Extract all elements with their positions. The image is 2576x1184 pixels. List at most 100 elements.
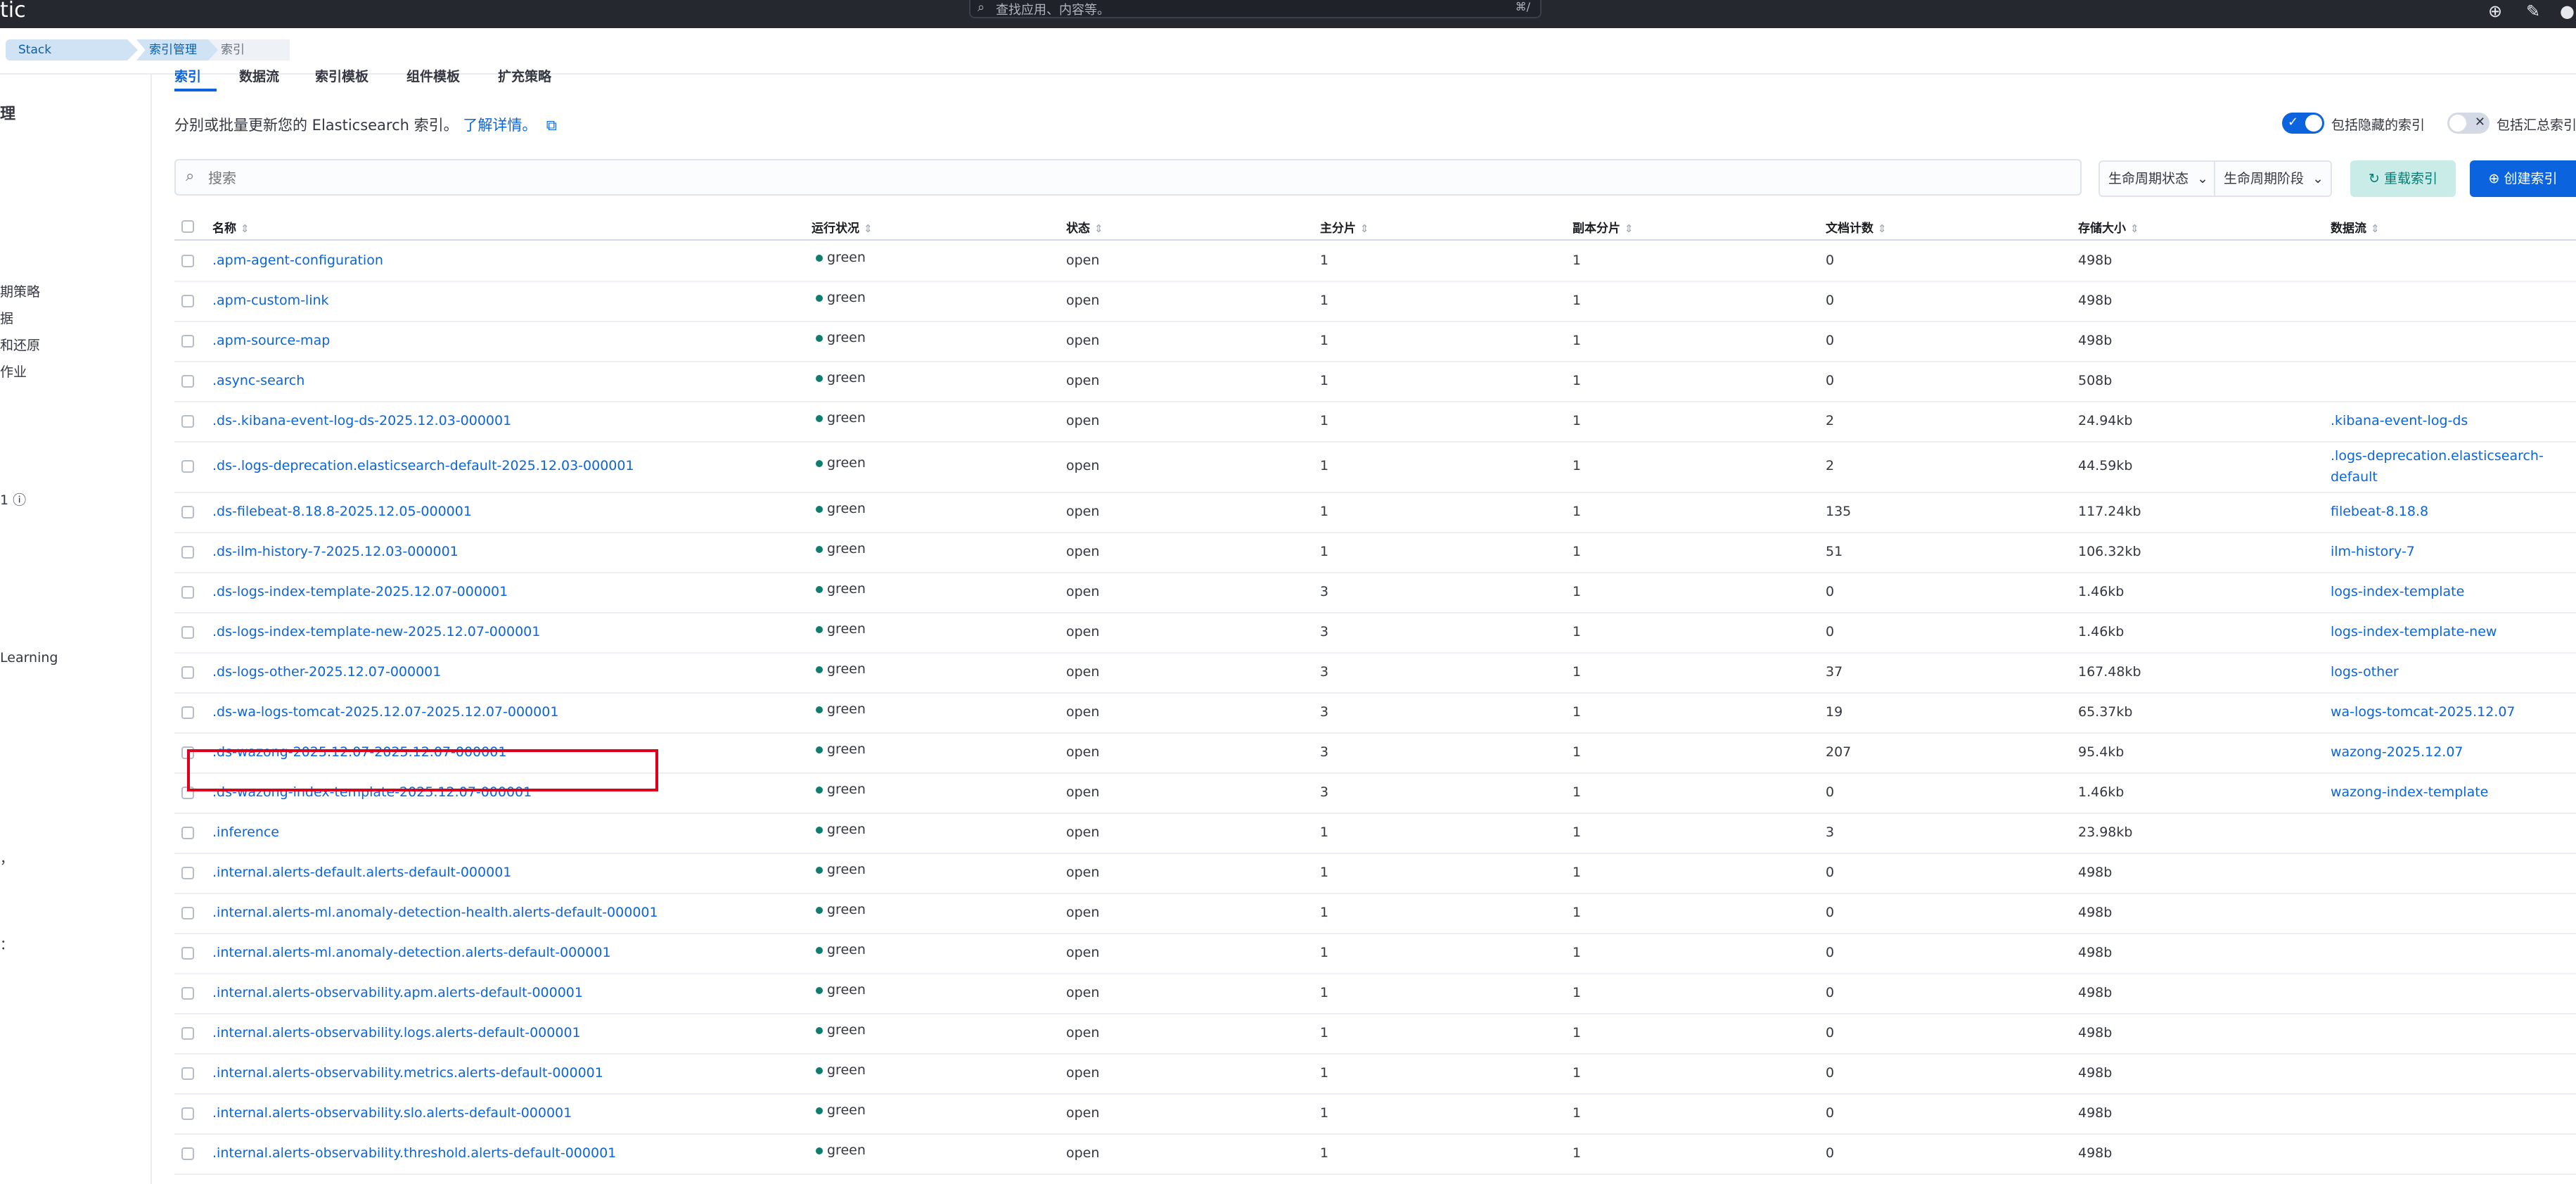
data-stream-link[interactable]: .logs-deprecation.elasticsearch- — [2331, 448, 2544, 464]
index-name-link[interactable]: .ds-logs-index-template-2025.12.07-00000… — [212, 584, 508, 599]
table-row[interactable]: .apm-source-map green open 1 1 0 498b — [174, 321, 2576, 362]
table-row[interactable]: .ds-logs-index-template-new-2025.12.07-0… — [174, 612, 2576, 654]
index-name-link[interactable]: .ds-wa-logs-tomcat-2025.12.07-2025.12.07… — [212, 704, 558, 720]
data-stream-link[interactable]: wazong-2025.12.07 — [2331, 744, 2463, 760]
row-select-checkbox[interactable] — [181, 626, 194, 639]
lifecycle-phase-filter[interactable]: 生命周期阶段 ⌄ — [2215, 160, 2332, 197]
table-row[interactable]: .internal.alerts-observability.logs.aler… — [174, 1013, 2576, 1055]
breadcrumb-stack-management[interactable]: Stack Management — [6, 39, 138, 61]
sidebar-item-jobs[interactable]: 作业 — [0, 362, 27, 381]
table-row[interactable]: .internal.alerts-observability.apm.alert… — [174, 973, 2576, 1014]
row-select-checkbox[interactable] — [181, 987, 194, 1000]
table-row[interactable]: .ds-logs-other-2025.12.07-000001 green ope… — [174, 652, 2576, 694]
index-name-link[interactable]: .internal.alerts-observability.threshold… — [212, 1145, 616, 1161]
table-row[interactable]: .apm-agent-configuration green open 1 1 0 498b — [174, 241, 2576, 282]
tab-indices[interactable]: 索引 — [174, 66, 201, 85]
index-name-link[interactable]: .ds-logs-other-2025.12.07-000001 — [212, 664, 441, 680]
index-name-link[interactable]: .internal.alerts-observability.apm.alert… — [212, 985, 583, 1000]
table-row[interactable]: .ds-logs-index-template-2025.12.07-00000… — [174, 572, 2576, 613]
index-name-link[interactable]: .ds-filebeat-8.18.8-2025.12.05-000001 — [212, 504, 472, 519]
global-search[interactable]: ⌕ 查找应用、内容等。 ⌘/ — [969, 0, 1542, 18]
row-select-checkbox[interactable] — [181, 460, 194, 473]
table-row[interactable]: .apm-custom-link green open 1 1 0 498b — [174, 281, 2576, 322]
tab-enrich-policies[interactable]: 扩充策略 — [498, 66, 551, 85]
include-rollup-toggle[interactable]: ✕ — [2447, 113, 2490, 134]
sidebar-item-truncated[interactable]: ， — [0, 848, 13, 867]
newsfeed-icon[interactable]: ✎ — [2526, 1, 2540, 21]
row-select-checkbox[interactable] — [181, 506, 194, 518]
row-select-checkbox[interactable] — [181, 1027, 194, 1040]
index-name-link[interactable]: .apm-source-map — [212, 333, 330, 348]
table-row[interactable]: .ds-.kibana-event-log-ds-2025.12.03-0000… — [174, 401, 2576, 443]
index-name-link[interactable]: .apm-custom-link — [212, 293, 329, 308]
row-select-checkbox[interactable] — [181, 1067, 194, 1080]
row-select-checkbox[interactable] — [181, 867, 194, 879]
lifecycle-status-filter[interactable]: 生命周期状态 ⌄ — [2098, 160, 2215, 197]
column-header-data-stream[interactable]: 数据流 ⇕ — [2331, 218, 2380, 236]
table-row[interactable]: .internal.alerts-observability.threshold… — [174, 1133, 2576, 1175]
table-row[interactable]: .internal.alerts-ml.anomaly-detection-he… — [174, 893, 2576, 934]
row-select-checkbox[interactable] — [181, 907, 194, 919]
index-search[interactable]: ⌕ — [174, 159, 2082, 196]
tab-data-streams[interactable]: 数据流 — [239, 66, 279, 85]
index-name-link[interactable]: .internal.alerts-observability.metrics.a… — [212, 1065, 603, 1081]
index-name-link[interactable]: .apm-agent-configuration — [212, 253, 383, 268]
column-header-status[interactable]: 状态 ⇕ — [1066, 218, 1103, 236]
row-select-checkbox[interactable] — [181, 295, 194, 307]
external-link-icon[interactable]: ⧉ — [542, 117, 557, 134]
index-name-link[interactable]: .internal.alerts-ml.anomaly-detection.al… — [212, 945, 611, 960]
select-all-checkbox[interactable] — [181, 220, 194, 233]
row-select-checkbox[interactable] — [181, 375, 194, 388]
table-row[interactable]: .ds-.logs-deprecation.elasticsearch-defa… — [174, 441, 2576, 493]
row-select-checkbox[interactable] — [181, 827, 194, 839]
index-name-link[interactable]: .ds-logs-index-template-new-2025.12.07-0… — [212, 624, 540, 639]
sidebar-item-info[interactable]: 1 ⓘ — [0, 490, 26, 509]
data-stream-link[interactable]: wa-logs-tomcat-2025.12.07 — [2331, 704, 2516, 720]
index-name-link[interactable]: .ds-ilm-history-7-2025.12.03-000001 — [212, 544, 459, 559]
create-index-button[interactable]: ⊕ 创建索引 — [2470, 160, 2576, 197]
user-avatar[interactable]: ● — [2560, 1, 2575, 21]
include-hidden-toggle[interactable]: ✓ — [2282, 113, 2324, 134]
table-row[interactable]: .async-search green open 1 1 0 508b — [174, 361, 2576, 402]
index-name-link[interactable]: .async-search — [212, 373, 305, 388]
learn-more-link[interactable]: 了解详情。 — [463, 117, 537, 134]
data-stream-link[interactable]: .kibana-event-log-ds — [2331, 413, 2468, 428]
row-select-checkbox[interactable] — [181, 706, 194, 719]
row-select-checkbox[interactable] — [181, 1147, 194, 1160]
sidebar-item-snapshot-restore[interactable]: 和还原 — [0, 335, 40, 354]
table-row[interactable]: .internal.alerts-ml.anomaly-detection.al… — [174, 933, 2576, 974]
sidebar-item-rollup[interactable]: 据 — [0, 308, 13, 327]
index-name-link[interactable]: .internal.alerts-default.alerts-default-… — [212, 865, 511, 880]
row-select-checkbox[interactable] — [181, 947, 194, 960]
row-select-checkbox[interactable] — [181, 335, 194, 348]
index-name-link[interactable]: .ds-.logs-deprecation.elasticsearch-defa… — [212, 458, 634, 473]
data-stream-link[interactable]: default — [2331, 469, 2378, 485]
index-name-link[interactable]: .internal.alerts-observability.logs.aler… — [212, 1025, 581, 1040]
index-name-link[interactable]: .inference — [212, 825, 279, 840]
table-row[interactable]: .ds-filebeat-8.18.8-2025.12.05-000001 gre… — [174, 492, 2576, 533]
sidebar-item-lifecycle-policies[interactable]: 期策略 — [0, 281, 40, 300]
row-select-checkbox[interactable] — [181, 255, 194, 267]
row-select-checkbox[interactable] — [181, 546, 194, 559]
index-name-link[interactable]: .internal.alerts-ml.anomaly-detection-he… — [212, 905, 658, 920]
table-row[interactable]: .internal.alerts-observability.slo.alert… — [174, 1093, 2576, 1135]
tab-index-templates[interactable]: 索引模板 — [315, 66, 369, 85]
row-select-checkbox[interactable] — [181, 586, 194, 599]
index-name-link[interactable]: .ds-.kibana-event-log-ds-2025.12.03-0000… — [212, 413, 511, 428]
table-row[interactable]: .internal.alerts-observability.metrics.a… — [174, 1053, 2576, 1095]
table-row[interactable]: .ds-ilm-history-7-2025.12.03-000001 green… — [174, 532, 2576, 573]
row-select-checkbox[interactable] — [181, 415, 194, 428]
data-stream-link[interactable]: filebeat-8.18.8 — [2331, 504, 2428, 519]
column-header-replicas[interactable]: 副本分片 ⇕ — [1572, 218, 1634, 236]
table-row[interactable]: .inference green open 1 1 3 23.98kb — [174, 813, 2576, 854]
data-stream-link[interactable]: logs-index-template-new — [2331, 624, 2497, 639]
column-header-primaries[interactable]: 主分片 ⇕ — [1320, 218, 1369, 236]
row-select-checkbox[interactable] — [181, 1107, 194, 1120]
data-stream-link[interactable]: ilm-history-7 — [2331, 544, 2415, 559]
sidebar-item-machine-learning[interactable]: Learning — [0, 650, 58, 666]
sidebar-item-truncated[interactable]: ： — [0, 934, 13, 953]
help-icon[interactable]: ⊕ — [2488, 1, 2502, 21]
row-select-checkbox[interactable] — [181, 666, 194, 679]
data-stream-link[interactable]: wazong-index-template — [2331, 784, 2488, 800]
data-stream-link[interactable]: logs-other — [2331, 664, 2399, 680]
